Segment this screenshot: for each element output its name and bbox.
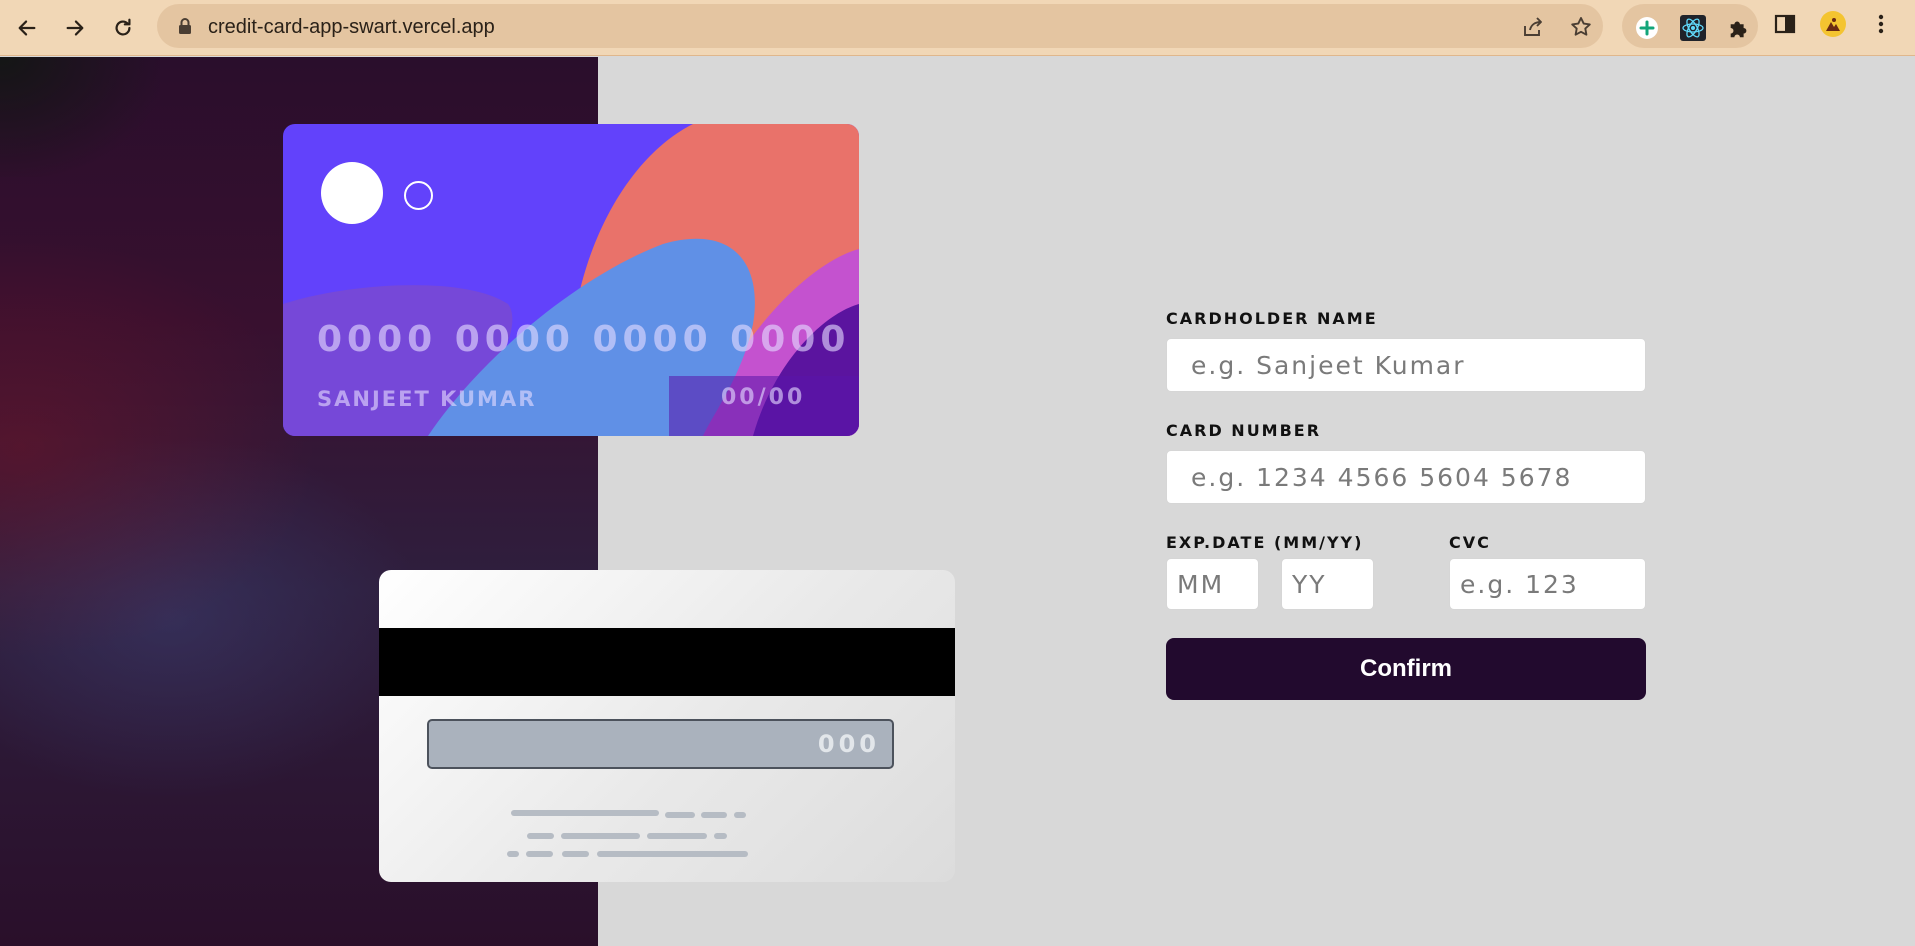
card-logo-large-circle <box>321 162 383 224</box>
arrow-left-icon <box>18 20 36 36</box>
cvc-label: CVC <box>1449 533 1491 552</box>
cardholder-name-input[interactable] <box>1166 338 1646 392</box>
address-bar[interactable]: credit-card-app-swart.vercel.app <box>157 4 1603 48</box>
plus-extension-icon[interactable] <box>1634 15 1660 41</box>
cvc-input[interactable] <box>1449 558 1646 610</box>
cardholder-name-label: CARDHOLDER NAME <box>1166 309 1378 328</box>
puzzle-icon[interactable] <box>1726 15 1752 41</box>
card-number-input[interactable] <box>1166 450 1646 504</box>
star-icon[interactable] <box>1569 15 1593 39</box>
exp-year-input[interactable] <box>1281 558 1374 610</box>
side-panel-icon[interactable] <box>1772 11 1798 37</box>
card-number-display: 0000 0000 0000 0000 <box>317 319 851 360</box>
card-logo-small-circle <box>404 181 433 210</box>
avatar[interactable] <box>1820 11 1846 37</box>
arrow-right-icon <box>66 20 84 36</box>
card-back: 000 <box>379 570 955 882</box>
card-front: 0000 0000 0000 0000 SANJEET KUMAR 00/00 <box>283 124 859 436</box>
url-text: credit-card-app-swart.vercel.app <box>208 16 495 38</box>
confirm-button[interactable]: Confirm <box>1166 638 1646 700</box>
extensions-bar <box>1622 4 1758 48</box>
browser-toolbar: credit-card-app-swart.vercel.app <box>0 0 1915 56</box>
back-button[interactable] <box>9 10 45 46</box>
card-back-fine-print <box>507 810 748 857</box>
lock-icon <box>179 18 191 34</box>
react-devtools-icon[interactable] <box>1680 15 1706 41</box>
share-icon[interactable] <box>1521 15 1545 39</box>
card-expiry-display: 00/00 <box>721 385 806 410</box>
cardholder-name-display: SANJEET KUMAR <box>317 387 537 411</box>
forward-button[interactable] <box>57 10 93 46</box>
exp-date-label: EXP.DATE (MM/YY) <box>1166 533 1364 552</box>
reload-icon <box>115 18 131 36</box>
exp-month-input[interactable] <box>1166 558 1259 610</box>
reload-button[interactable] <box>105 10 141 46</box>
card-number-label: CARD NUMBER <box>1166 421 1322 440</box>
kebab-menu-icon[interactable] <box>1868 11 1894 37</box>
